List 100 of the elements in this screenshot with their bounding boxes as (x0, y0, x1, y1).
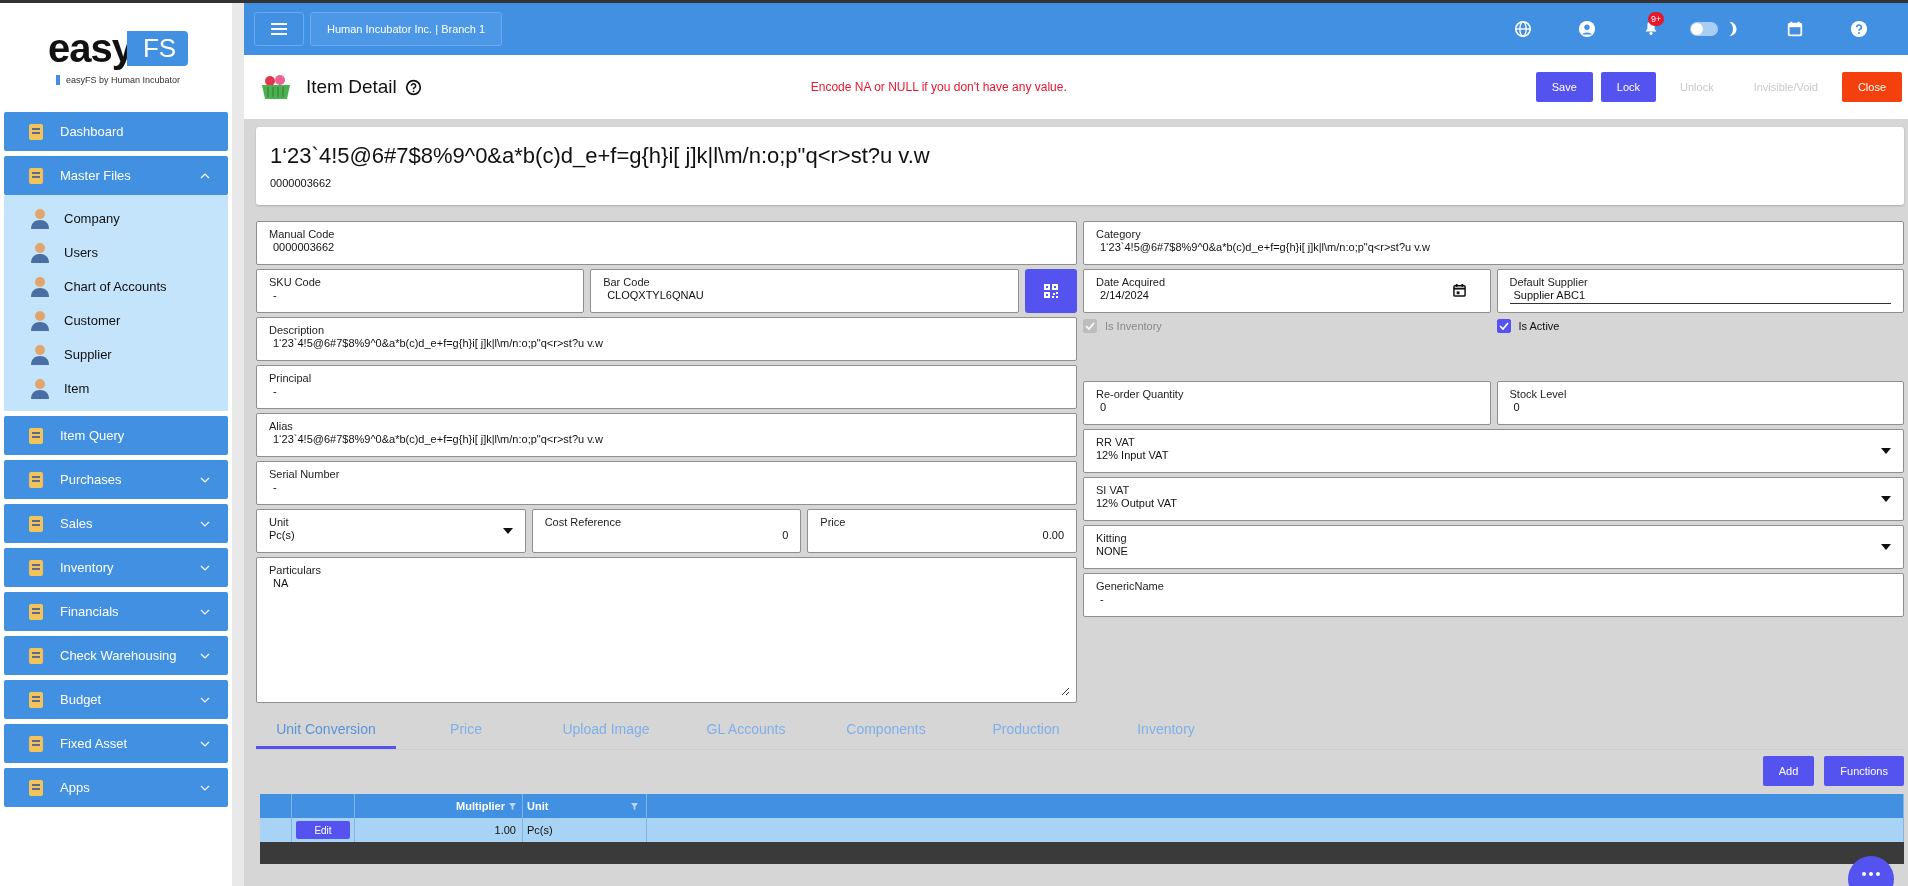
input-field[interactable]: Alias 1‘23`4!5@6#7$8%9^0&a*b(c)d_e+f=g{h}i[ j]k|l\m/n:o;p"q<r>st?u v.w (256, 413, 1077, 457)
basket-icon (260, 73, 292, 101)
submenu-item[interactable]: Chart of Accounts (4, 269, 228, 303)
logo-tagline: easyFS by Human Incubator (55, 74, 181, 85)
field-label: Alias (269, 420, 294, 432)
sidebar-item[interactable]: Inventory (4, 548, 228, 587)
sidebar-item[interactable]: Fixed Asset (4, 724, 228, 763)
field-label: Principal (269, 372, 313, 384)
sidebar-item[interactable]: Check Warehousing (4, 636, 228, 675)
dropdown-field[interactable]: RR VAT 12% Input VAT (1083, 429, 1904, 473)
submenu-item[interactable]: Supplier (4, 337, 228, 371)
document-icon (26, 689, 46, 710)
sidebar-item[interactable]: Sales (4, 504, 228, 543)
input-field[interactable]: Stock Level 0 (1496, 381, 1904, 425)
field-value: - (272, 289, 277, 301)
calendar-icon[interactable] (1786, 20, 1804, 38)
field-label: Cost Reference (544, 516, 623, 528)
field-value: 0 (1512, 401, 1520, 413)
input-field[interactable]: Cost Reference 0 (531, 509, 802, 553)
field-value: 2/14/2024 (1099, 289, 1149, 301)
input-field[interactable]: Principal - (256, 365, 1077, 409)
input-field[interactable]: Default Supplier Supplier ABC1 (1496, 269, 1904, 313)
field-value: Pc(s) (269, 529, 295, 541)
header-button[interactable]: Save (1535, 72, 1593, 102)
submenu-item[interactable]: Company (4, 201, 228, 235)
input-field[interactable]: Bar Code CLOQXTYL6QNAU (590, 269, 1019, 313)
sidebar-item[interactable]: Dashboard (4, 112, 228, 151)
field-label: SI VAT (1096, 484, 1131, 496)
notice-text: Encode NA or NULL if you don't have any value. (809, 80, 1068, 94)
caret-icon (1881, 496, 1891, 502)
action-button[interactable]: Add (1762, 756, 1815, 786)
sidebar-item[interactable]: Master Files (4, 156, 228, 195)
dropdown-field[interactable]: SI VAT 12% Output VAT (1083, 477, 1904, 521)
input-field[interactable]: Re-order Quantity 0 (1083, 381, 1491, 425)
document-icon (26, 601, 46, 622)
input-field[interactable]: SKU Code - (256, 269, 585, 313)
resize-grip-icon[interactable] (1060, 686, 1070, 696)
document-icon (26, 513, 46, 534)
caret-icon (502, 528, 513, 534)
checkbox-label: Is Active (1518, 320, 1560, 332)
field-value: 12% Input VAT (1096, 449, 1169, 461)
filter-icon[interactable] (509, 802, 516, 810)
dropdown-field[interactable]: Unit Pc(s) (256, 509, 526, 553)
sidebar-item[interactable]: Apps (4, 768, 228, 807)
item-name: 1‘23`4!5@6#7$8%9^0&a*b(c)d_e+f=g{h}i[ j]k|l\m/n:o;p"q<r>st?u v.w (270, 143, 931, 169)
input-field[interactable]: Serial Number - (256, 461, 1077, 505)
sidebar-item[interactable]: Item Query (4, 416, 228, 455)
checkbox-label: Is Inventory (1105, 320, 1162, 332)
input-field[interactable]: Price 0.00 (807, 509, 1077, 553)
field-label: Unit (269, 516, 290, 528)
qr-code-button[interactable] (1025, 269, 1077, 313)
person-icon (28, 342, 52, 366)
user-icon[interactable] (1578, 20, 1596, 38)
input-field[interactable]: Description 1‘23`4!5@6#7$8%9^0&a*b(c)d_e+f=g{h}i[ j]k|l\m/n:o;p"q<r>st?u v.w (256, 317, 1077, 361)
checkbox[interactable] (1496, 319, 1511, 333)
field-label: Price (820, 516, 847, 528)
field-value: - (272, 385, 277, 397)
field-value: 12% Output VAT (1096, 497, 1177, 509)
input-field[interactable]: Date Acquired 2/14/2024 (1083, 269, 1491, 313)
caret-icon (1881, 544, 1891, 550)
caret-icon (1881, 448, 1891, 454)
submenu-item[interactable]: Customer (4, 303, 228, 337)
branch-button[interactable]: Human Incubator Inc. | Branch 1 (310, 12, 503, 46)
sidebar-item[interactable]: Purchases (4, 460, 228, 499)
edit-button[interactable]: Edit (296, 821, 350, 839)
header-button[interactable]: Close (1841, 72, 1902, 102)
field-value: 1‘23`4!5@6#7$8%9^0&a*b(c)d_e+f=g{h}i[ j]k|l\m/n:o;p"q<r>st?u v.w (1099, 241, 1430, 253)
field-label: Kitting (1096, 532, 1128, 544)
action-button[interactable]: Functions (1824, 756, 1904, 786)
field-label: Default Supplier (1509, 276, 1589, 288)
qr-code-icon (1043, 283, 1059, 299)
theme-toggle[interactable] (1690, 22, 1718, 36)
calendar-icon (1452, 284, 1466, 297)
globe-icon[interactable] (1514, 20, 1532, 38)
sidebar-item[interactable]: Budget (4, 680, 228, 719)
person-icon (28, 308, 52, 332)
field-label: SKU Code (269, 276, 322, 288)
menu-button[interactable] (254, 12, 304, 46)
person-icon (28, 376, 52, 400)
field-value: 1‘23`4!5@6#7$8%9^0&a*b(c)d_e+f=g{h}i[ j]k|l\m/n:o;p"q<r>st?u v.w (272, 337, 603, 349)
field-label: Manual Code (269, 228, 336, 240)
input-field[interactable]: GenericName - (1083, 573, 1904, 617)
field-label: Particulars (269, 564, 322, 576)
document-icon (26, 557, 46, 578)
help-icon[interactable] (404, 78, 422, 96)
dropdown-field[interactable]: Kitting NONE (1083, 525, 1904, 569)
input-field[interactable]: Manual Code 0000003662 (256, 221, 1077, 265)
field-label: GenericName (1096, 580, 1165, 592)
sidebar-item[interactable]: Financials (4, 592, 228, 631)
header-button[interactable]: Lock (1600, 72, 1657, 102)
filter-icon[interactable] (631, 802, 638, 810)
field-label: Re-order Quantity (1096, 388, 1185, 400)
submenu-item[interactable]: Item (4, 371, 228, 405)
field-value: 0 (1099, 401, 1107, 413)
field-value: NA (272, 577, 289, 589)
text-area[interactable]: Particulars NA (256, 557, 1077, 703)
person-icon (28, 274, 52, 298)
field-value: 0.00 (1041, 529, 1064, 541)
input-field[interactable]: Category 1‘23`4!5@6#7$8%9^0&a*b(c)d_e+f=g{h}i[ j]k|l\m/n:o;p"q<r>st?u v.w (1083, 221, 1904, 265)
submenu-item[interactable]: Users (4, 235, 228, 269)
